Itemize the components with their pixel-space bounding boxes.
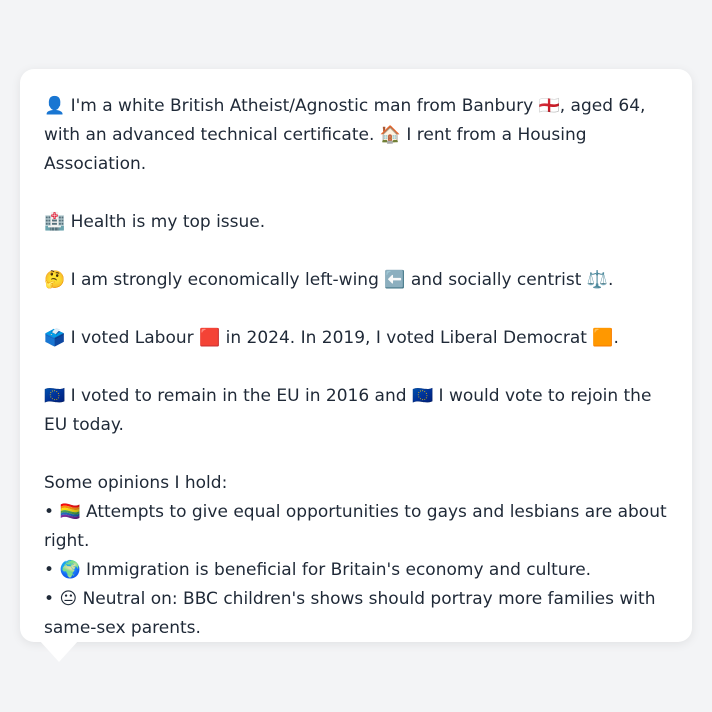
opinions-heading: Some opinions I hold: xyxy=(44,473,228,493)
england-flag-icon: 🏴󠁧󠁢󠁥󠁮󠁧󠁿 xyxy=(538,96,560,116)
orange-square-icon: 🟧 xyxy=(592,328,614,348)
hospital-icon: 🏥 xyxy=(44,212,66,232)
politics-text-a: I am strongly economically left-wing xyxy=(70,270,379,290)
eu-flag-icon: 🇪🇺 xyxy=(411,386,434,406)
red-square-icon: 🟥 xyxy=(199,328,221,348)
person-icon: 👤 xyxy=(44,96,66,116)
globe-icon: 🌍 xyxy=(59,560,81,580)
vote-text-a: I voted Labour xyxy=(70,328,194,348)
opinion-text: Neutral on: BBC children's shows should … xyxy=(44,589,656,638)
vote-text-b: in 2024. In 2019, I voted Liberal Democr… xyxy=(225,328,587,348)
thinking-icon: 🤔 xyxy=(44,270,66,290)
neutral-face-icon: 😐 xyxy=(59,589,78,609)
intro-text-a: I'm a white British Atheist/Agnostic man… xyxy=(70,96,534,116)
vote-end: . xyxy=(613,328,619,348)
opinion-text: Attempts to give equal opportunities to … xyxy=(44,502,667,551)
left-arrow-icon: ⬅️ xyxy=(384,270,406,290)
ballot-box-icon: 🗳️ xyxy=(44,328,66,348)
bullet: • xyxy=(44,502,55,522)
rainbow-flag-icon: 🏳️‍🌈 xyxy=(59,502,81,522)
bullet: • xyxy=(44,589,55,609)
politics-end: . xyxy=(607,270,614,290)
bullet: • xyxy=(44,560,55,580)
politics-paragraph: 🤔 I am strongly economically left-wing ⬅… xyxy=(44,266,668,295)
health-paragraph: 🏥 Health is my top issue. xyxy=(44,208,668,237)
intro-paragraph: 👤 I'm a white British Atheist/Agnostic m… xyxy=(44,92,668,179)
health-text: Health is my top issue. xyxy=(70,212,266,232)
opinion-text: Immigration is beneficial for Britain's … xyxy=(86,560,592,580)
scales-icon: ⚖️ xyxy=(586,270,608,290)
eu-flag-icon: 🇪🇺 xyxy=(44,386,66,406)
opinion-item: • 🌍 Immigration is beneficial for Britai… xyxy=(44,556,668,585)
bubble-tail xyxy=(39,640,79,662)
eu-text-a: I voted to remain in the EU in 2016 and xyxy=(70,386,407,406)
eu-paragraph: 🇪🇺 I voted to remain in the EU in 2016 a… xyxy=(44,382,668,440)
message-bubble: 👤 I'm a white British Atheist/Agnostic m… xyxy=(20,69,692,642)
house-icon: 🏠 xyxy=(379,125,401,145)
vote-paragraph: 🗳️ I voted Labour 🟥 in 2024. In 2019, I … xyxy=(44,324,668,353)
opinion-item: • 🏳️‍🌈 Attempts to give equal opportunit… xyxy=(44,498,668,556)
opinion-item: • 😐 Neutral on: BBC children's shows sho… xyxy=(44,585,668,643)
politics-text-b: and socially centrist xyxy=(410,270,582,290)
